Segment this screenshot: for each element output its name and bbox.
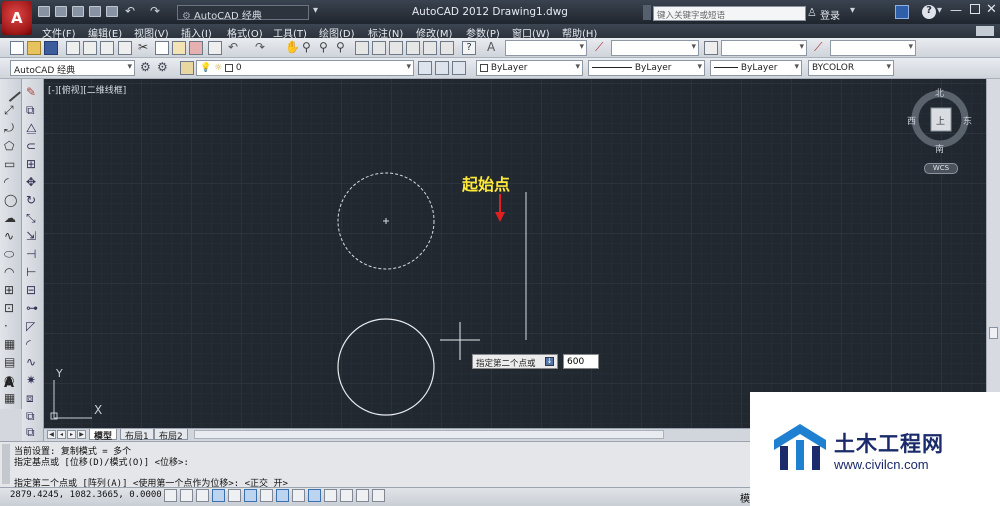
osnap-toggle[interactable]: [244, 489, 257, 502]
lineweight-toggle[interactable]: [324, 489, 337, 502]
wcs-menu[interactable]: WCS: [924, 163, 958, 174]
model-space-button[interactable]: 模: [740, 490, 750, 505]
tab-layout2[interactable]: 布局2: [154, 429, 188, 442]
dynamic-input-prompt: 指定第二个点或 ↓: [472, 354, 558, 369]
otrack-toggle[interactable]: [276, 489, 289, 502]
watermark-url: www.civilcn.com: [834, 457, 929, 472]
wcs-label: WCS: [932, 164, 950, 172]
watermark-logo-icon: [774, 424, 826, 470]
quick-properties-toggle[interactable]: [356, 489, 369, 502]
coordinate-readout[interactable]: 2879.4245, 1082.3665, 0.0000: [10, 490, 162, 500]
next-tab-icon[interactable]: ▸: [67, 430, 76, 439]
infer-constraints-toggle[interactable]: [164, 489, 177, 502]
viewcube-north[interactable]: 北: [935, 86, 944, 99]
snap-toggle[interactable]: [180, 489, 193, 502]
dynamic-input-text: 指定第二个点或: [476, 359, 536, 369]
command-window: 当前设置: 复制模式 = 多个 指定基点或 [位移(D)/模式(O)] <位移>…: [0, 441, 750, 489]
ucs-x-label: X: [94, 403, 103, 417]
viewcube-south[interactable]: 南: [935, 142, 944, 155]
ducs-toggle[interactable]: [292, 489, 305, 502]
transparency-toggle[interactable]: [340, 489, 353, 502]
command-grip[interactable]: [2, 444, 10, 484]
ortho-toggle[interactable]: [212, 489, 225, 502]
horizontal-scrollbar[interactable]: [194, 430, 664, 439]
dynamic-input-field[interactable]: 600: [563, 354, 599, 369]
scroll-thumb[interactable]: [989, 327, 998, 339]
last-tab-icon[interactable]: ▶: [77, 430, 86, 439]
annotation-start-point: 起始点: [462, 175, 511, 194]
prev-tab-icon[interactable]: ◂: [57, 430, 66, 439]
selection-cycling-toggle[interactable]: [372, 489, 385, 502]
dyn-toggle[interactable]: [308, 489, 321, 502]
autocad-logo-icon: A: [11, 9, 23, 27]
vertical-scrollbar[interactable]: [986, 79, 1000, 428]
ucs-y-label: Y: [56, 367, 63, 380]
multiline-text-icon[interactable]: A: [4, 376, 14, 391]
3d-osnap-toggle[interactable]: [260, 489, 273, 502]
polar-toggle[interactable]: [228, 489, 241, 502]
viewcube-east[interactable]: 东: [963, 114, 972, 127]
tab-layout1[interactable]: 布局1: [120, 429, 154, 442]
annotation-arrow-head: [495, 212, 505, 222]
command-history-line: 指定基点或 [位移(D)/模式(O)] <位移>:: [14, 458, 189, 468]
application-button[interactable]: A: [2, 1, 32, 35]
first-tab-icon[interactable]: ◀: [47, 430, 56, 439]
autocad-window: ↶ ↷ ⚙ AutoCAD 经典 ▾ AutoCAD 2012 Drawing1.…: [0, 0, 1000, 506]
dynamic-options-icon[interactable]: ↓: [545, 357, 554, 366]
tab-model[interactable]: 模型: [89, 429, 118, 442]
original-circle: [337, 318, 435, 416]
viewcube-top[interactable]: 上: [936, 114, 945, 127]
grid-toggle[interactable]: [196, 489, 209, 502]
viewcube-west[interactable]: 西: [907, 114, 916, 127]
watermark-title: 土木工程网: [834, 432, 944, 456]
